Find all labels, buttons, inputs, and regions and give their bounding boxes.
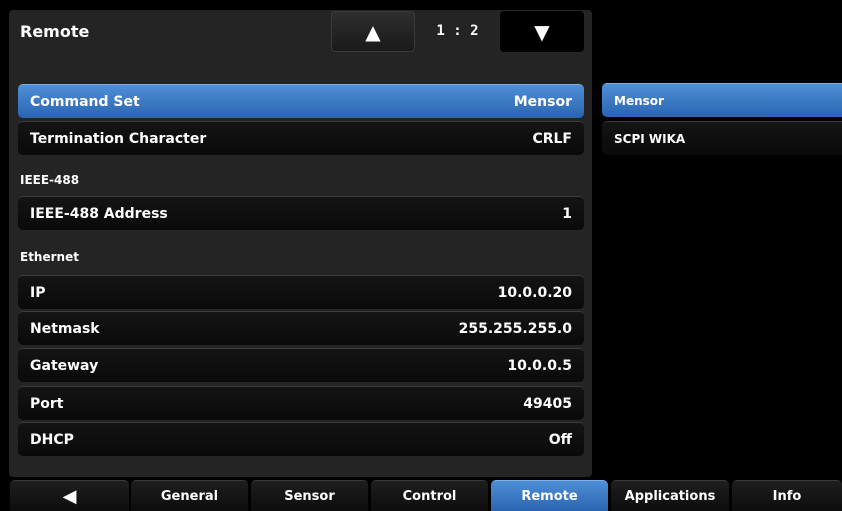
tab-info[interactable]: Info: [732, 480, 842, 511]
option-label: SCPI WIKA: [614, 131, 686, 146]
page-down-button[interactable]: ▼: [500, 11, 584, 52]
row-label: Netmask: [30, 320, 100, 337]
section-ethernet: Ethernet: [20, 250, 79, 264]
option-mensor[interactable]: Mensor: [602, 83, 842, 117]
gateway-row[interactable]: Gateway 10.0.0.5: [18, 348, 584, 382]
ip-row[interactable]: IP 10.0.0.20: [18, 275, 584, 309]
row-label: Command Set: [30, 93, 140, 110]
row-label: IEEE-488 Address: [30, 205, 168, 222]
page-title: Remote: [20, 22, 90, 41]
tab-general[interactable]: General: [131, 480, 248, 511]
termination-character-row[interactable]: Termination Character CRLF: [18, 121, 584, 155]
row-label: DHCP: [30, 431, 74, 448]
row-label: Gateway: [30, 357, 99, 374]
port-row[interactable]: Port 49405: [18, 386, 584, 420]
bottom-tab-bar: ◀ General Sensor Control Remote Applicat…: [9, 480, 842, 511]
row-value: Off: [548, 431, 572, 448]
row-value: 49405: [523, 395, 572, 412]
tab-remote[interactable]: Remote: [491, 480, 608, 511]
page-up-button[interactable]: ▲: [331, 11, 415, 52]
row-label: Termination Character: [30, 130, 207, 147]
up-arrow-icon: ▲: [365, 19, 381, 44]
option-label: Mensor: [614, 93, 664, 108]
netmask-row[interactable]: Netmask 255.255.255.0: [18, 311, 584, 345]
back-arrow-icon: ◀: [62, 485, 77, 507]
row-value: Mensor: [513, 93, 572, 110]
row-value: 1: [562, 205, 572, 222]
dhcp-row[interactable]: DHCP Off: [18, 422, 584, 456]
row-label: Port: [30, 395, 64, 412]
row-value: 10.0.0.20: [497, 284, 572, 301]
ieee-488-address-row[interactable]: IEEE-488 Address 1: [18, 196, 584, 230]
command-set-row[interactable]: Command Set Mensor: [18, 84, 584, 118]
row-label: IP: [30, 284, 46, 301]
back-button[interactable]: ◀: [10, 480, 129, 511]
row-value: 10.0.0.5: [507, 357, 572, 374]
section-ieee-488: IEEE-488: [20, 173, 80, 187]
row-value: CRLF: [532, 130, 572, 147]
tab-sensor[interactable]: Sensor: [251, 480, 368, 511]
page-indicator: 1 : 2: [436, 23, 479, 39]
row-value: 255.255.255.0: [458, 320, 572, 337]
option-scpi-wika[interactable]: SCPI WIKA: [602, 121, 842, 155]
tab-control[interactable]: Control: [371, 480, 488, 511]
tab-applications[interactable]: Applications: [611, 480, 729, 511]
down-arrow-icon: ▼: [534, 19, 550, 44]
